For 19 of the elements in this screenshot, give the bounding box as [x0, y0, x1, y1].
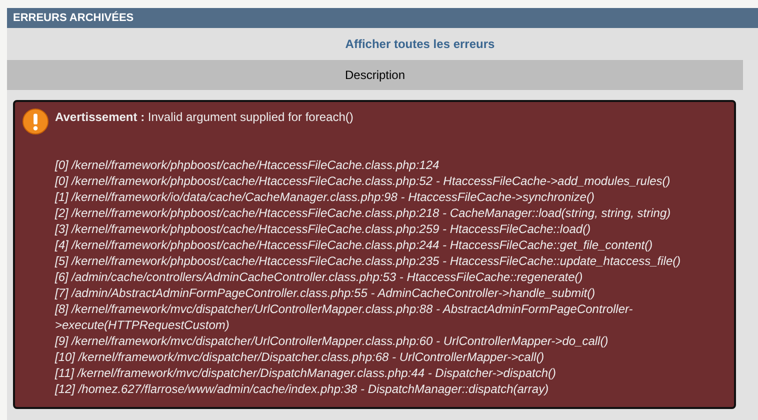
- stack-trace-line: [7] /admin/AbstractAdminFormPageController.class.php:55 - AdminCacheController->handle_submit(): [55, 285, 596, 301]
- stack-trace-line: [10] /kernel/framework/mvc/dispatcher/Dispatcher.class.php:68 - UrlControllerMapper->call(): [55, 349, 546, 365]
- warning-icon: [22, 108, 49, 135]
- error-message: Avertissement : Invalid argument supplied for foreach(): [55, 109, 354, 125]
- column-header: Description: [344, 68, 406, 82]
- stack-trace-line: [2] /kernel/framework/phpboost/cache/HtaccessFileCache.class.php:218 - CacheManager::load(string, string, string): [55, 205, 672, 221]
- stack-trace-line: [0] /kernel/framework/phpboost/cache/HtaccessFileCache.class.php:52 - HtaccessFileCache->add_modules_rules(): [55, 173, 672, 189]
- show-all-errors-link[interactable]: Afficher toutes les erreurs: [345, 37, 495, 51]
- stack-trace-line: [4] /kernel/framework/phpboost/cache/HtaccessFileCache.class.php:244 - HtaccessFileCache::get_file_content(): [55, 237, 654, 253]
- stack-trace-line: [8] /kernel/framework/mvc/dispatcher/UrlControllerMapper.class.php:88 - AbstractAdminFormPageController->execute(HTTPRequestCustom): [55, 301, 634, 333]
- stack-trace-line: [5] /kernel/framework/phpboost/cache/HtaccessFileCache.class.php:235 - HtaccessFileCache::update_htaccess_file(): [55, 253, 682, 269]
- stack-trace-line: [12] /homez.627/flarrose/www/admin/cache/index.php:38 - DispatchManager::dispatch(array): [55, 381, 550, 397]
- stack-trace-line: [1] /kernel/framework/io/data/cache/CacheManager.class.php:98 - HtaccessFileCache->synchronize(): [55, 189, 596, 205]
- stack-trace-line: [3] /kernel/framework/phpboost/cache/HtaccessFileCache.class.php:259 - HtaccessFileCache::load(): [55, 221, 592, 237]
- panel-title: ERREURS ARCHIVÉES: [13, 12, 134, 24]
- stack-trace-line: [0] /kernel/framework/phpboost/cache/HtaccessFileCache.class.php:124: [55, 157, 440, 173]
- stack-trace-line: [11] /kernel/framework/mvc/dispatcher/DispatchManager.class.php:44 - Dispatcher->dispatch(): [55, 365, 557, 381]
- stack-trace-line: [9] /kernel/framework/mvc/dispatcher/UrlControllerMapper.class.php:60 - UrlControllerMapper->do_call(): [55, 333, 610, 349]
- stack-trace-line: [6] /admin/cache/controllers/AdminCacheController.class.php:53 - HtaccessFileCache::regenerate(): [55, 269, 584, 285]
